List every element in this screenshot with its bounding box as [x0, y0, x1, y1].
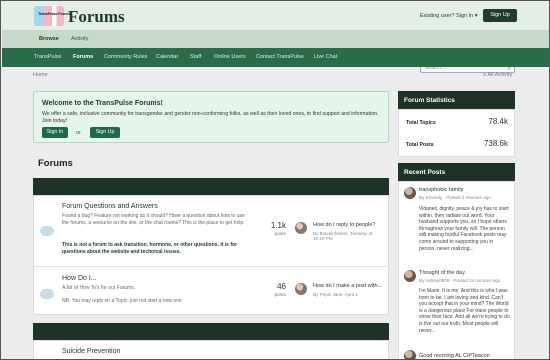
logo-text: TransPulse Forums — [38, 11, 72, 16]
recent-posts-widget: Recent Posts transphobic family By Emmid… — [398, 163, 515, 359]
stat-value: 738.6k — [483, 139, 508, 148]
avatar[interactable] — [404, 270, 416, 282]
last-post-meta: By Bowainfebber, Tuesday at 10:19 PM — [313, 231, 373, 241]
sign-in-link[interactable]: Existing user? Sign In ▾ — [420, 13, 478, 19]
last-post-title[interactable]: How do I make a post with... — [313, 283, 382, 289]
forum-note: This is not a forum to ask transition, h… — [62, 242, 238, 255]
stat-value: 78.4k — [488, 117, 508, 126]
site-header: TransPulse Forums Forums Existing user? … — [2, 2, 549, 30]
welcome-text: We offer a safe, inclusive community for… — [42, 111, 379, 124]
site-logo[interactable] — [34, 6, 64, 26]
recent-post-title[interactable]: Good morning AL CiPTeacon — [419, 353, 490, 359]
widget-title: Recent Posts — [398, 163, 515, 181]
last-post-title[interactable]: How do I reply to people? — [313, 222, 375, 228]
forum-title[interactable]: Suicide Prevention — [62, 348, 120, 355]
forum-description: Found a bug? Feature not working as it s… — [62, 213, 245, 226]
secondary-nav: TransPulse Forums Community Rules Calend… — [2, 48, 549, 67]
post-count: 1.1k — [270, 221, 286, 230]
widget-body: Total Topics 78.4k Total Posts 738.6k — [398, 109, 515, 157]
forum-description: A list of How To's for our Forums. — [62, 285, 136, 291]
recent-post-excerpt: Vidaneil, dignity, peace & joy has to st… — [419, 206, 509, 252]
avatar[interactable] — [295, 283, 307, 295]
subnav-item-transpulse[interactable]: TransPulse — [34, 54, 62, 60]
post-count-label: posts — [274, 232, 286, 237]
widget-title: Forum Statistics — [398, 91, 515, 109]
avatar[interactable] — [404, 350, 416, 359]
subnav-item-live-chat[interactable]: Live Chat — [314, 54, 337, 60]
widget-body: transphobic family By Emmidy · Posted 3 … — [398, 181, 515, 359]
breadcrumb[interactable]: Home — [33, 72, 48, 78]
recent-post-meta: By Emmidy · Posted 3 minutes ago — [419, 195, 491, 200]
category-header[interactable] — [33, 323, 389, 340]
sign-up-button[interactable]: Sign Up — [483, 9, 517, 22]
subnav-item-online-users[interactable]: Online Users — [214, 54, 246, 60]
app-window: TransPulse Forums Forums Existing user? … — [0, 0, 550, 360]
subnav-item-community-rules[interactable]: Community Rules — [104, 54, 147, 60]
forum-statistics-widget: Forum Statistics Total Topics 78.4k Tota… — [398, 91, 515, 157]
welcome-sign-up-button[interactable]: Sign Up — [90, 127, 120, 138]
or-text: or — [76, 130, 81, 136]
chevron-down-icon: ▾ — [474, 13, 478, 19]
forum-title[interactable]: Forum Questions and Answers — [62, 203, 158, 210]
recent-post-excerpt: I'm Marie. It is me. And this is who I w… — [419, 288, 510, 334]
row-divider — [34, 266, 388, 267]
post-count-label: posts — [274, 293, 286, 298]
avatar[interactable] — [295, 222, 307, 234]
forum-note: NB: You may reply on a Topic, just not s… — [62, 298, 184, 304]
page-title: Forums — [38, 158, 73, 169]
recent-post-title[interactable]: transphobic family — [419, 187, 463, 193]
forum-row: Suicide Prevention — [33, 340, 389, 359]
avatar[interactable] — [404, 187, 416, 199]
forum-list: Forum Questions and Answers Found a bug?… — [33, 195, 389, 315]
rss-icon: ≡ — [483, 72, 487, 78]
welcome-title: Welcome to the TransPulse Forums! — [42, 100, 163, 107]
category-header[interactable] — [33, 178, 389, 195]
welcome-box: Welcome to the TransPulse Forums! We off… — [33, 91, 389, 143]
primary-nav: Browse Activity Search... ⌕ — [2, 30, 549, 73]
subnav-item-contact[interactable]: Contact TransPulse — [256, 54, 304, 60]
tab-browse[interactable]: Browse — [39, 36, 59, 42]
forum-title[interactable]: How Do I... — [62, 275, 97, 282]
forum-read-icon — [40, 226, 54, 236]
subnav-item-forums[interactable]: Forums — [73, 54, 93, 60]
subnav-item-calendar[interactable]: Calendar — [156, 54, 178, 60]
stat-label: Total Posts — [406, 142, 434, 148]
last-post-meta: By Pepsi Jane, April 1 — [313, 292, 358, 297]
recent-post-title[interactable]: Thought of the day. — [419, 270, 466, 276]
stat-label: Total Topics — [406, 120, 436, 126]
post-count: 46 — [277, 282, 286, 291]
forum-read-icon — [40, 289, 54, 299]
recent-post-meta: By Ashley0806 · Posted 24 minutes ago — [419, 278, 501, 283]
welcome-sign-in-button[interactable]: Sign In — [42, 127, 68, 138]
tab-activity[interactable]: Activity — [71, 36, 88, 42]
subnav-item-staff[interactable]: Staff — [190, 54, 201, 60]
site-title[interactable]: Forums — [68, 7, 125, 27]
all-activity-link[interactable]: ≡ All Activity — [483, 72, 512, 78]
